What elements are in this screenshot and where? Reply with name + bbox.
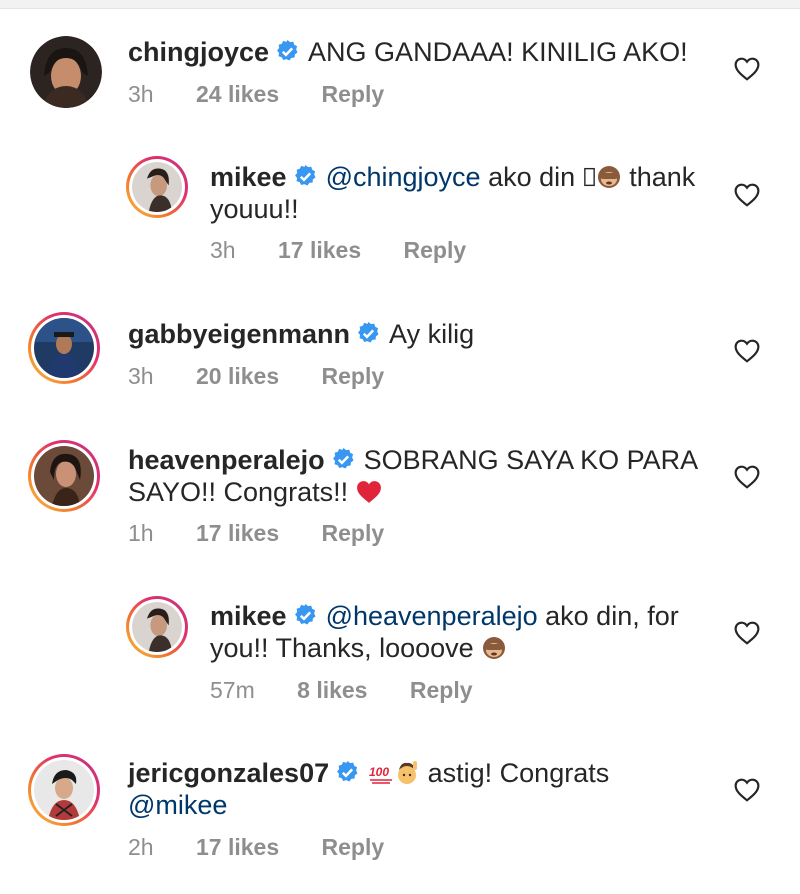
comment-text: you!! Thanks, loooove: [210, 633, 474, 663]
avatar[interactable]: [28, 440, 100, 512]
reply-button[interactable]: Reply: [322, 520, 385, 546]
mention-link[interactable]: @mikee: [128, 790, 227, 820]
comment-text: youuu!!: [210, 194, 299, 224]
username[interactable]: heavenperalejo: [128, 445, 325, 475]
likes-count[interactable]: 17 likes: [196, 834, 279, 860]
verified-badge-icon: [294, 604, 316, 625]
heart-outline-icon[interactable]: [734, 778, 760, 802]
likes-count[interactable]: 17 likes: [196, 520, 279, 546]
heart-outline-icon[interactable]: [734, 465, 760, 489]
comment-text: Ay kilig: [389, 319, 475, 349]
red-heart-icon: [356, 481, 381, 503]
avatar[interactable]: [126, 156, 188, 218]
comment-time: 2h: [128, 834, 154, 860]
reply-button[interactable]: Reply: [322, 363, 385, 389]
verified-badge-icon: [294, 165, 316, 186]
comment-time: 1h: [128, 520, 154, 546]
mention-link[interactable]: @heavenperalejo: [326, 601, 538, 631]
comment-text: astig! Congrats: [427, 758, 610, 788]
verified-badge-icon: [337, 761, 358, 782]
see-no-evil-monkey-icon: [483, 637, 506, 659]
avatar[interactable]: [28, 754, 100, 826]
heart-outline-icon[interactable]: [734, 621, 760, 645]
verified-badge-icon: [358, 322, 379, 343]
comment-time: 57m: [210, 677, 255, 703]
reply-button[interactable]: Reply: [322, 834, 385, 860]
hundred-points-icon: 100: [369, 765, 393, 784]
avatar[interactable]: [30, 36, 102, 108]
comment-time: 3h: [210, 237, 236, 263]
likes-count[interactable]: 8 likes: [297, 677, 367, 703]
heart-outline-icon[interactable]: [734, 57, 760, 81]
likes-count[interactable]: 20 likes: [196, 363, 279, 389]
verified-badge-icon: [277, 40, 298, 61]
comment-text: ako din: [488, 162, 576, 192]
top-divider: [0, 0, 800, 9]
comment-time: 3h: [128, 363, 154, 389]
person-raising-hand-icon: [398, 761, 418, 784]
comment-text: ako din, for: [545, 601, 679, 631]
comment-time: 3h: [128, 81, 154, 107]
likes-count[interactable]: 24 likes: [196, 81, 279, 107]
mention-link[interactable]: @chingjoyce: [326, 162, 481, 192]
svg-text:100: 100: [369, 765, 389, 779]
comment-text: ANG GANDAAA! KINILIG AKO!: [308, 37, 688, 67]
username[interactable]: gabbyeigenmann: [128, 319, 350, 349]
broken-glyph-icon: [583, 167, 595, 187]
likes-count[interactable]: 17 likes: [278, 237, 361, 263]
avatar[interactable]: [28, 312, 100, 384]
avatar[interactable]: [126, 596, 188, 658]
username[interactable]: mikee: [210, 162, 287, 192]
heart-outline-icon[interactable]: [734, 183, 760, 207]
reply-button[interactable]: Reply: [404, 237, 467, 263]
comment-text: SAYO!! Congrats!!: [128, 477, 349, 507]
username[interactable]: chingjoyce: [128, 37, 269, 67]
verified-badge-icon: [332, 448, 354, 469]
heart-outline-icon[interactable]: [734, 339, 760, 363]
see-no-evil-monkey-icon: [597, 166, 620, 188]
username[interactable]: mikee: [210, 601, 287, 631]
reply-button[interactable]: Reply: [410, 677, 473, 703]
comment-text: SOBRANG SAYA KO PARA: [363, 445, 699, 475]
comment-text: thank: [629, 162, 696, 192]
username[interactable]: jericgonzales07: [128, 758, 329, 788]
reply-button[interactable]: Reply: [322, 81, 385, 107]
